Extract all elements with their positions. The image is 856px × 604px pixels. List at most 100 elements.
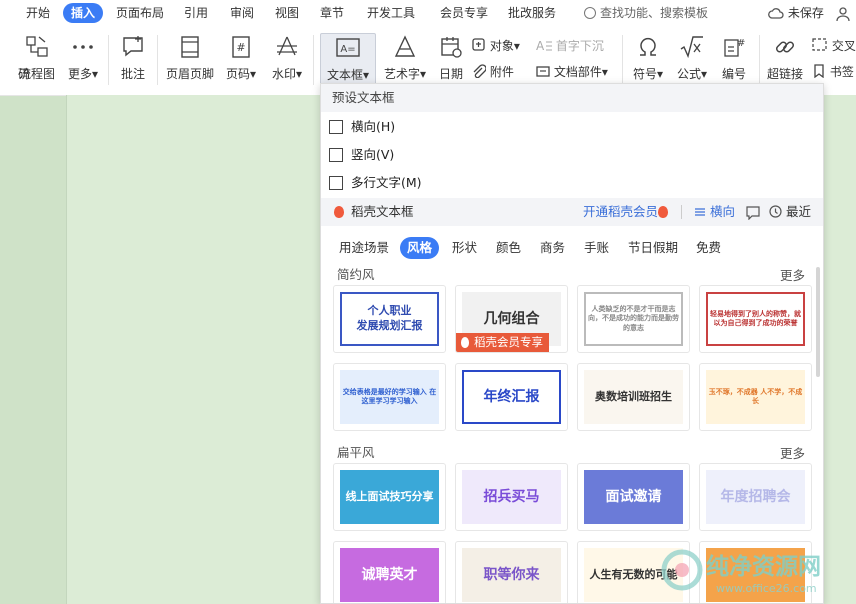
date-button[interactable]: 日期 [426, 33, 476, 87]
badge-flame-icon [461, 337, 469, 348]
textbox-icon: A= [336, 38, 360, 57]
tab-free[interactable]: 免费 [696, 237, 721, 259]
hyperlink-button[interactable]: 超链接 [760, 33, 810, 87]
menu-view[interactable]: 视图 [275, 3, 299, 23]
template-thumbnail: 诚聘英才 [340, 548, 439, 602]
omega-icon [640, 37, 656, 56]
symbol-label: 符号▾ [632, 67, 664, 81]
paperclip-icon [473, 64, 487, 79]
site-watermark: 纯净资源网 www.office26.com [658, 540, 854, 600]
multiline-textbox-label: 多行文字(M) [351, 175, 422, 190]
watermark-button[interactable]: 水印▾ [262, 33, 312, 87]
template-card[interactable]: 玉不琢，不成器 人不学，不成长 [699, 363, 812, 431]
textbox-button[interactable]: A= 文本框▾ [320, 33, 376, 87]
watermark-icon [277, 36, 297, 56]
template-card[interactable]: 年度招聘会 [699, 463, 812, 531]
template-thumbnail: 年度招聘会 [706, 470, 805, 524]
textbox-label: 文本框▾ [326, 68, 370, 82]
cloud-icon [768, 8, 784, 19]
template-card[interactable]: 交给表格是最好的学习输入 在这里学习学习输入 [333, 363, 446, 431]
tab-business[interactable]: 商务 [540, 237, 565, 259]
menu-developer[interactable]: 开发工具 [367, 3, 415, 23]
vip-link-label: 开通稻壳会员 [583, 204, 659, 219]
template-card[interactable]: 诚聘英才 [333, 541, 446, 603]
template-card[interactable]: 人类缺乏的不是才干而是志向，不是成功的能力而是勤劳的意志 [577, 285, 690, 353]
flowchart-label: 流程图 [18, 67, 55, 81]
more-flat-link[interactable]: 更多 [780, 443, 805, 462]
object-label: 对象▾ [489, 39, 520, 53]
vip-exclusive-badge: 稻壳会员专享 [456, 333, 549, 352]
wordart-label: 艺术字▾ [383, 67, 427, 81]
tab-handbook[interactable]: 手账 [584, 237, 609, 259]
more-simple-link[interactable]: 更多 [780, 265, 805, 284]
wordart-icon [394, 35, 416, 57]
cross-reference-button[interactable]: 交叉 [812, 36, 856, 56]
menu-review[interactable]: 审阅 [230, 3, 254, 23]
save-status-text: 未保存 [787, 6, 824, 20]
template-card[interactable]: 轻易地得到了别人的称赞，就以为自己得到了成功的荣誉 [699, 285, 812, 353]
template-thumbnail: 招兵买马 [462, 470, 561, 524]
template-card[interactable]: 几何组合 稻壳会员专享 [455, 285, 568, 353]
bookmark-icon [814, 64, 824, 79]
template-card[interactable]: 面试邀请 [577, 463, 690, 531]
recent-button[interactable]: 最近 [769, 198, 811, 226]
template-card[interactable]: 奥数培训班招生 [577, 363, 690, 431]
link-icon [775, 41, 795, 53]
hyperlink-label: 超链接 [766, 67, 803, 81]
template-card[interactable]: 个人职业 发展规划汇报 [333, 285, 446, 353]
ribbon-divider [157, 35, 158, 85]
more-dots-icon [73, 45, 93, 49]
calendar-icon [441, 37, 462, 58]
tab-color[interactable]: 颜色 [496, 237, 521, 259]
comment-button[interactable]: 批注 [108, 33, 158, 87]
vip-link[interactable]: 开通稻壳会员 [583, 198, 658, 226]
cross-reference-icon [812, 38, 827, 51]
template-card[interactable]: 年终汇报 [455, 363, 568, 431]
attachment-label: 附件 [489, 65, 514, 79]
orientation-toggle[interactable]: 横向 [694, 198, 735, 226]
multiline-textbox-option[interactable]: 多行文字(M) [329, 172, 422, 194]
tab-holiday[interactable]: 节日假期 [628, 237, 678, 259]
flowchart-button[interactable]: 流程图 [12, 33, 62, 87]
docpart-button[interactable]: 文档部件▾ [536, 62, 608, 82]
dropcap-label: 首字下沉 [555, 39, 604, 53]
bookmark-button[interactable]: 书签 [812, 62, 854, 82]
function-search[interactable]: 查找功能、搜索模板 [584, 3, 708, 23]
header-footer-button[interactable]: 页眉页脚 [165, 33, 215, 87]
menu-references[interactable]: 引用 [184, 3, 208, 23]
menu-member[interactable]: 会员专享 [440, 3, 488, 23]
menu-chapter[interactable]: 章节 [320, 3, 344, 23]
menu-start[interactable]: 开始 [26, 3, 50, 23]
tab-style[interactable]: 风格 [400, 237, 440, 259]
symbol-button[interactable]: 符号▾ [623, 33, 673, 87]
vertical-textbox-option[interactable]: 竖向(V) [329, 144, 394, 166]
page-number-button[interactable]: # 页码▾ [216, 33, 266, 87]
panel-scrollbar[interactable] [816, 267, 820, 377]
cloud-save-status[interactable]: 未保存 [768, 3, 824, 23]
user-share-icon[interactable] [836, 6, 852, 22]
tab-scene[interactable]: 用途场景 [339, 237, 389, 259]
docpart-label: 文档部件▾ [553, 65, 608, 79]
horizontal-textbox-option[interactable]: 横向(H) [329, 116, 395, 138]
menu-insert[interactable]: 插入 [63, 3, 104, 23]
menu-grading[interactable]: 批改服务 [508, 3, 556, 23]
multiline-textbox-icon [329, 176, 343, 190]
template-card[interactable]: 线上面试技巧分享 [333, 463, 446, 531]
numbering-button[interactable]: # 编号 [709, 33, 759, 87]
wordart-button[interactable]: 艺术字▾ [380, 33, 430, 87]
template-thumbnail: 奥数培训班招生 [584, 370, 683, 424]
dropcap-button[interactable]: A 首字下沉 [536, 36, 604, 56]
feedback-bubble-icon[interactable] [745, 205, 761, 220]
template-thumbnail: 职等你来 [462, 548, 561, 602]
object-button[interactable]: 对象▾ [472, 36, 520, 56]
header-footer-label: 页眉页脚 [165, 67, 214, 81]
page-edge [66, 95, 67, 604]
tab-shape[interactable]: 形状 [452, 237, 477, 259]
more-button[interactable]: 更多▾ [58, 33, 108, 87]
template-thumbnail: 线上面试技巧分享 [340, 470, 439, 524]
attachment-button[interactable]: 附件 [472, 62, 514, 82]
vertical-textbox-icon [329, 148, 343, 162]
template-card[interactable]: 职等你来 [455, 541, 568, 603]
template-card[interactable]: 招兵买马 [455, 463, 568, 531]
menu-page-layout[interactable]: 页面布局 [116, 3, 164, 23]
